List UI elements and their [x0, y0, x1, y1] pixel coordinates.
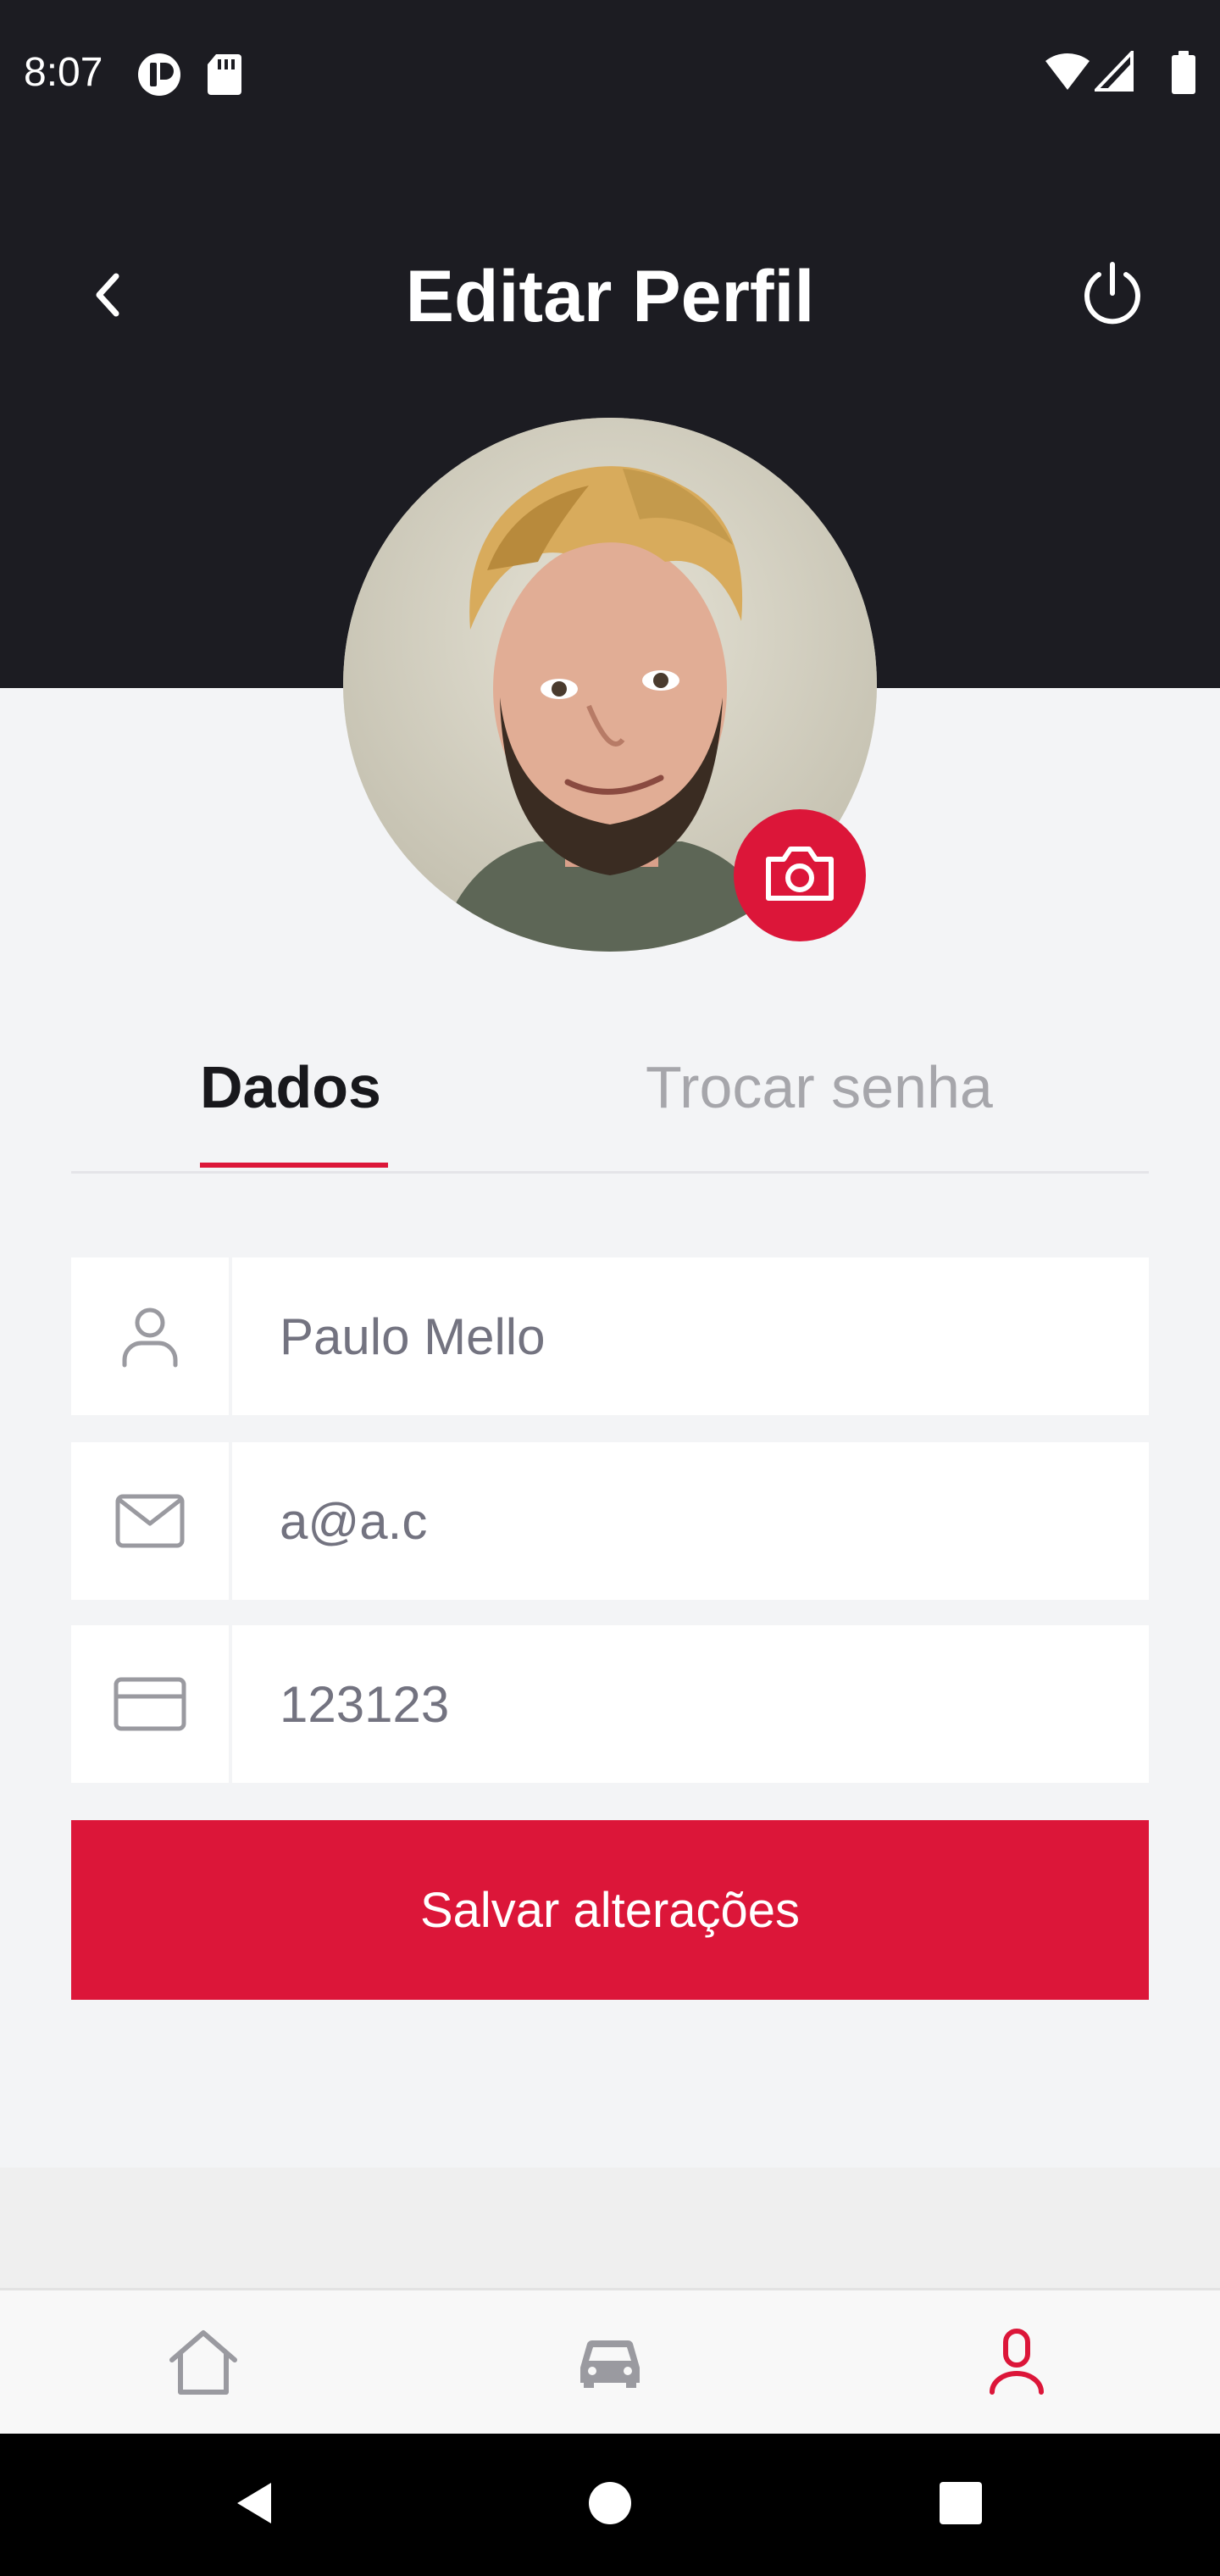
email-input[interactable] [280, 1442, 1110, 1600]
nav-home[interactable] [119, 2290, 288, 2436]
back-triangle-icon [232, 2479, 276, 2531]
system-back-button[interactable] [195, 2434, 313, 2576]
system-recents-button[interactable] [901, 2434, 1020, 2576]
tab-dados[interactable]: Dados [200, 1049, 381, 1125]
home-icon [167, 2328, 240, 2400]
change-photo-button[interactable] [734, 809, 866, 941]
page-title: Editar Perfil [405, 256, 815, 337]
mail-icon [71, 1442, 232, 1600]
home-circle-icon [587, 2480, 633, 2530]
user-icon [71, 1257, 232, 1415]
power-icon [1079, 259, 1146, 331]
battery-icon [1171, 51, 1196, 99]
name-input[interactable] [280, 1257, 1110, 1415]
credit-card-icon [71, 1625, 232, 1783]
nav-profile[interactable] [932, 2290, 1101, 2436]
profile-icon [987, 2328, 1046, 2400]
wifi-icon [1044, 51, 1091, 96]
nav-vehicles[interactable] [525, 2290, 695, 2436]
camera-icon [763, 844, 836, 908]
system-nav-bar [0, 2434, 1220, 2576]
bottom-nav [0, 2288, 1220, 2434]
status-time: 8:07 [24, 50, 103, 95]
card-field [71, 1625, 1149, 1783]
card-input[interactable] [280, 1625, 1110, 1783]
signal-icon [1092, 48, 1134, 96]
car-icon [577, 2334, 643, 2394]
status-bar: 8:07 [0, 0, 1220, 144]
tab-trocar-senha[interactable]: Trocar senha [646, 1049, 993, 1125]
save-button[interactable]: Salvar alterações [71, 1820, 1149, 2000]
email-field [71, 1442, 1149, 1600]
tab-divider [71, 1171, 1149, 1174]
logout-button[interactable] [1076, 258, 1149, 331]
system-home-button[interactable] [551, 2434, 669, 2576]
content-footer-band [0, 2168, 1220, 2288]
name-field [71, 1257, 1149, 1415]
active-tab-indicator [200, 1163, 388, 1168]
notification-app-icon [136, 51, 183, 103]
sd-card-icon [206, 51, 243, 103]
recents-square-icon [938, 2480, 984, 2530]
